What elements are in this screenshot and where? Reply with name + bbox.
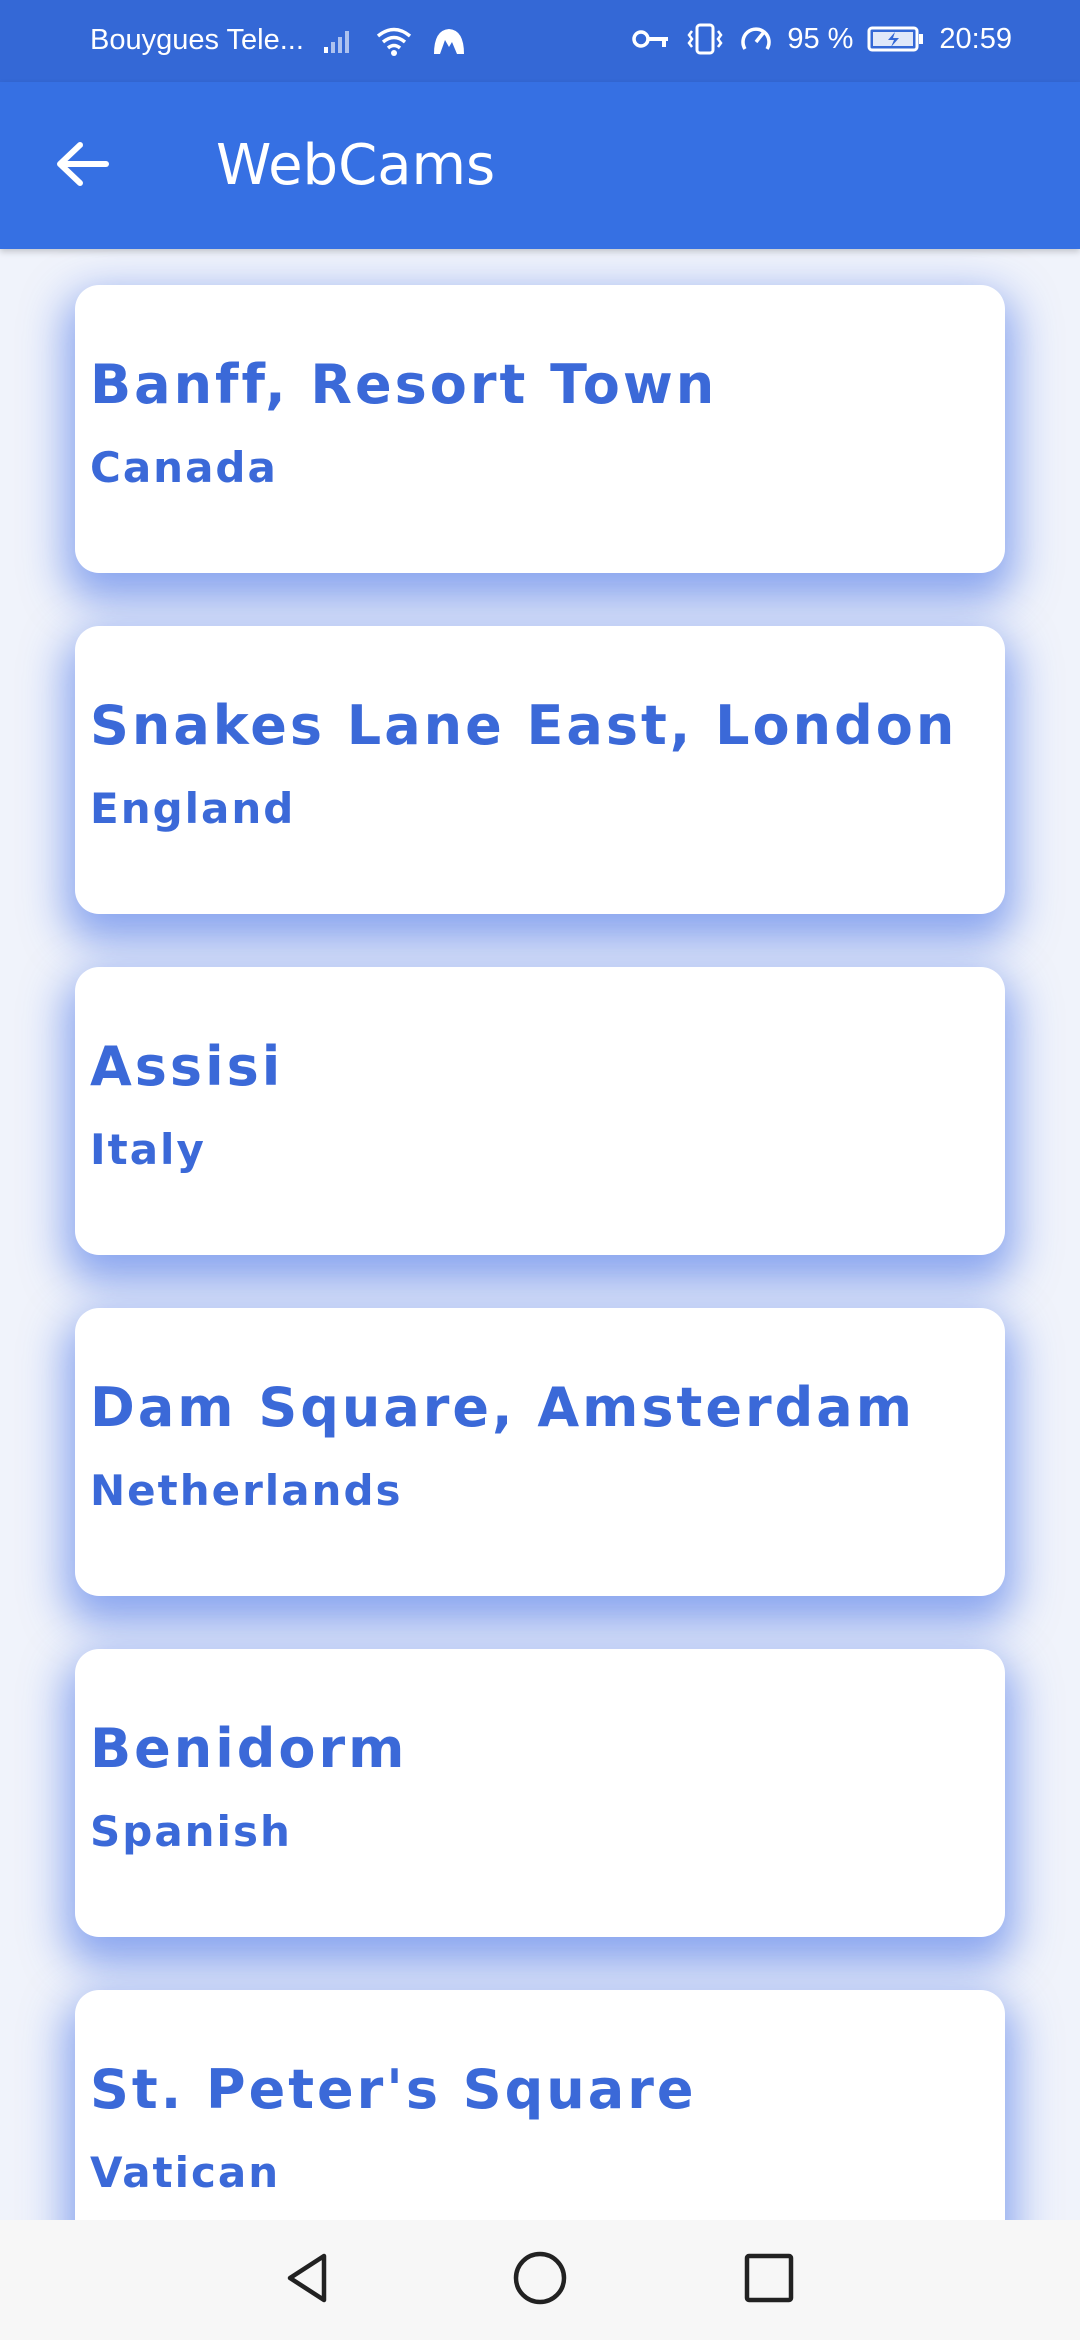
webcam-card-snakes-lane[interactable]: Snakes Lane East, London England xyxy=(75,626,1005,914)
webcam-country: Canada xyxy=(90,443,278,492)
nav-recents-button[interactable] xyxy=(729,2240,809,2320)
webcam-country: England xyxy=(90,784,296,833)
nav-home-button[interactable] xyxy=(500,2240,580,2320)
webcam-card-banff[interactable]: Banff, Resort Town Canada xyxy=(75,285,1005,573)
vibrate-icon xyxy=(685,22,725,56)
webcam-country: Spanish xyxy=(90,1807,292,1856)
page-title: WebCams xyxy=(216,133,496,198)
status-right: 95 % 20:59 xyxy=(631,22,1012,56)
clock: 20:59 xyxy=(939,22,1012,55)
home-circle-icon xyxy=(511,2249,569,2311)
webcam-title: Banff, Resort Town xyxy=(90,353,718,416)
back-button[interactable] xyxy=(48,132,116,200)
webcam-card-assisi[interactable]: Assisi Italy xyxy=(75,967,1005,1255)
app-notification-icon xyxy=(432,26,466,56)
webcam-title: Benidorm xyxy=(90,1717,408,1780)
carrier-name: Bouygues Tele... xyxy=(90,24,304,56)
webcam-title: St. Peter's Square xyxy=(90,2058,697,2121)
webcam-country: Netherlands xyxy=(90,1466,403,1515)
system-nav-bar xyxy=(0,2220,1080,2340)
signal-icon xyxy=(322,27,356,55)
webcam-country: Vatican xyxy=(90,2148,281,2197)
webcam-country: Italy xyxy=(90,1125,206,1174)
webcam-card-st-peters[interactable]: St. Peter's Square Vatican xyxy=(75,1990,1005,2220)
webcam-list[interactable]: Banff, Resort Town Canada Snakes Lane Ea… xyxy=(0,249,1080,2220)
webcam-title: Assisi xyxy=(90,1035,284,1098)
vpn-key-icon xyxy=(631,26,671,52)
arrow-left-icon xyxy=(54,139,110,193)
wifi-icon xyxy=(374,25,414,57)
webcam-card-benidorm[interactable]: Benidorm Spanish xyxy=(75,1649,1005,1937)
battery-charging-icon xyxy=(867,25,925,53)
app-bar: WebCams xyxy=(0,82,1080,249)
status-left: Bouygues Tele... xyxy=(90,24,466,57)
battery-percent: 95 % xyxy=(787,22,854,55)
status-bar: Bouygues Tele... 95 % 20:59 xyxy=(0,0,1080,82)
nav-back-button[interactable] xyxy=(268,2240,348,2320)
back-triangle-icon xyxy=(280,2250,336,2310)
recents-square-icon xyxy=(742,2251,796,2309)
webcam-title: Dam Square, Amsterdam xyxy=(90,1376,915,1439)
webcam-title: Snakes Lane East, London xyxy=(90,694,958,757)
data-saver-icon xyxy=(739,23,773,55)
webcam-card-dam-square[interactable]: Dam Square, Amsterdam Netherlands xyxy=(75,1308,1005,1596)
